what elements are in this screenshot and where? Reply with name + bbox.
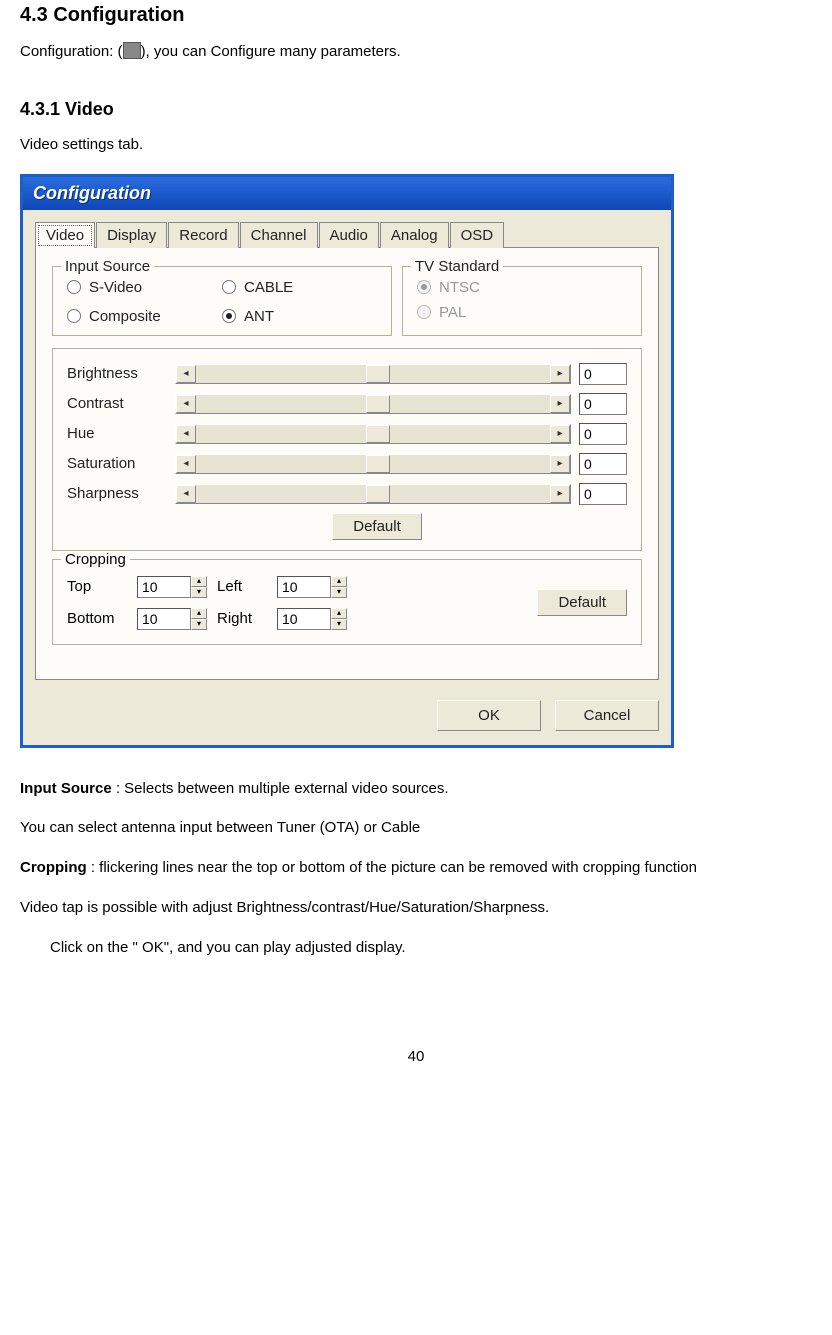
group-cropping: Cropping Top 10▴▾ Left 10▴▾ Default Bott… xyxy=(52,559,642,645)
tab-channel[interactable]: Channel xyxy=(240,222,318,248)
tab-display[interactable]: Display xyxy=(96,222,167,248)
ok-button[interactable]: OK xyxy=(437,700,541,731)
heading-4-3: 4.3 Configuration xyxy=(20,4,812,27)
arrow-left-icon[interactable]: ◂ xyxy=(176,395,196,413)
slider-sharpness: Sharpness ◂▸ 0 xyxy=(67,483,627,505)
crop-left-label: Left xyxy=(217,578,277,595)
tab-strip: Video Display Record Channel Audio Analo… xyxy=(35,222,659,248)
crop-top-label: Top xyxy=(67,578,137,595)
radio-s-video[interactable]: S-Video xyxy=(67,279,222,296)
spinner-down-icon[interactable]: ▾ xyxy=(331,619,347,630)
spinner-down-icon[interactable]: ▾ xyxy=(191,587,207,598)
video-tab-text: Video settings tab. xyxy=(20,134,812,156)
value-hue[interactable]: 0 xyxy=(579,423,627,445)
desc-input-source: Input Source : Selects between multiple … xyxy=(20,778,812,800)
arrow-left-icon[interactable]: ◂ xyxy=(176,485,196,503)
scrollbar-sharpness[interactable]: ◂▸ xyxy=(175,484,571,504)
desc-cropping: Cropping : flickering lines near the top… xyxy=(20,857,812,879)
slider-hue: Hue ◂▸ 0 xyxy=(67,423,627,445)
page-number: 40 xyxy=(20,1048,812,1065)
arrow-left-icon[interactable]: ◂ xyxy=(176,425,196,443)
legend-cropping: Cropping xyxy=(61,551,130,568)
arrow-left-icon[interactable]: ◂ xyxy=(176,455,196,473)
desc-antenna: You can select antenna input between Tun… xyxy=(20,817,812,839)
tab-page-video: Input Source S-Video CABLE Composite ANT… xyxy=(35,247,659,680)
value-sharpness[interactable]: 0 xyxy=(579,483,627,505)
crop-bottom-spinner[interactable]: 10▴▾ xyxy=(137,608,207,630)
arrow-right-icon[interactable]: ▸ xyxy=(550,395,570,413)
thumb[interactable] xyxy=(366,455,390,473)
thumb[interactable] xyxy=(366,425,390,443)
slider-contrast: Contrast ◂▸ 0 xyxy=(67,393,627,415)
crop-left-spinner[interactable]: 10▴▾ xyxy=(277,576,347,598)
desc-adjust: Video tap is possible with adjust Bright… xyxy=(20,897,812,919)
crop-right-spinner[interactable]: 10▴▾ xyxy=(277,608,347,630)
tab-analog[interactable]: Analog xyxy=(380,222,449,248)
tab-audio[interactable]: Audio xyxy=(319,222,379,248)
thumb[interactable] xyxy=(366,395,390,413)
crop-bottom-label: Bottom xyxy=(67,610,137,627)
cancel-button[interactable]: Cancel xyxy=(555,700,659,731)
heading-4-3-1: 4.3.1 Video xyxy=(20,99,812,120)
arrow-right-icon[interactable]: ▸ xyxy=(550,425,570,443)
group-tv-standard: TV Standard NTSC PAL xyxy=(402,266,642,336)
config-intro-b: ), you can Configure many parameters. xyxy=(141,43,401,60)
legend-tv-standard: TV Standard xyxy=(411,258,503,275)
arrow-right-icon[interactable]: ▸ xyxy=(550,365,570,383)
radio-ntsc: NTSC xyxy=(417,279,627,296)
slider-saturation: Saturation ◂▸ 0 xyxy=(67,453,627,475)
crop-right-label: Right xyxy=(217,610,277,627)
group-input-source: Input Source S-Video CABLE Composite ANT xyxy=(52,266,392,336)
radio-pal: PAL xyxy=(417,304,627,321)
scrollbar-hue[interactable]: ◂▸ xyxy=(175,424,571,444)
configuration-window: Configuration Video Display Record Chann… xyxy=(20,174,674,748)
arrow-left-icon[interactable]: ◂ xyxy=(176,365,196,383)
slider-brightness: Brightness ◂▸ 0 xyxy=(67,363,627,385)
arrow-right-icon[interactable]: ▸ xyxy=(550,455,570,473)
default-cropping-button[interactable]: Default xyxy=(537,589,627,616)
spinner-up-icon[interactable]: ▴ xyxy=(191,576,207,587)
spinner-up-icon[interactable]: ▴ xyxy=(191,608,207,619)
config-intro: Configuration: ( ), you can Configure man… xyxy=(20,41,812,63)
spinner-down-icon[interactable]: ▾ xyxy=(331,587,347,598)
scrollbar-brightness[interactable]: ◂▸ xyxy=(175,364,571,384)
config-icon xyxy=(123,42,141,59)
scrollbar-saturation[interactable]: ◂▸ xyxy=(175,454,571,474)
radio-cable[interactable]: CABLE xyxy=(222,279,377,296)
default-sliders-button[interactable]: Default xyxy=(332,513,422,540)
tab-record[interactable]: Record xyxy=(168,222,238,248)
radio-ant[interactable]: ANT xyxy=(222,308,377,325)
value-brightness[interactable]: 0 xyxy=(579,363,627,385)
window-titlebar: Configuration xyxy=(23,177,671,210)
arrow-right-icon[interactable]: ▸ xyxy=(550,485,570,503)
radio-composite[interactable]: Composite xyxy=(67,308,222,325)
spinner-up-icon[interactable]: ▴ xyxy=(331,608,347,619)
group-sliders: Brightness ◂▸ 0 Contrast ◂▸ 0 Hue ◂▸ 0 xyxy=(52,348,642,551)
thumb[interactable] xyxy=(366,365,390,383)
value-saturation[interactable]: 0 xyxy=(579,453,627,475)
value-contrast[interactable]: 0 xyxy=(579,393,627,415)
tab-video[interactable]: Video xyxy=(35,222,95,248)
config-intro-a: Configuration: ( xyxy=(20,43,123,60)
spinner-down-icon[interactable]: ▾ xyxy=(191,619,207,630)
scrollbar-contrast[interactable]: ◂▸ xyxy=(175,394,571,414)
tab-osd[interactable]: OSD xyxy=(450,222,505,248)
legend-input-source: Input Source xyxy=(61,258,154,275)
spinner-up-icon[interactable]: ▴ xyxy=(331,576,347,587)
crop-top-spinner[interactable]: 10▴▾ xyxy=(137,576,207,598)
desc-ok: Click on the " OK", and you can play adj… xyxy=(20,937,812,959)
thumb[interactable] xyxy=(366,485,390,503)
